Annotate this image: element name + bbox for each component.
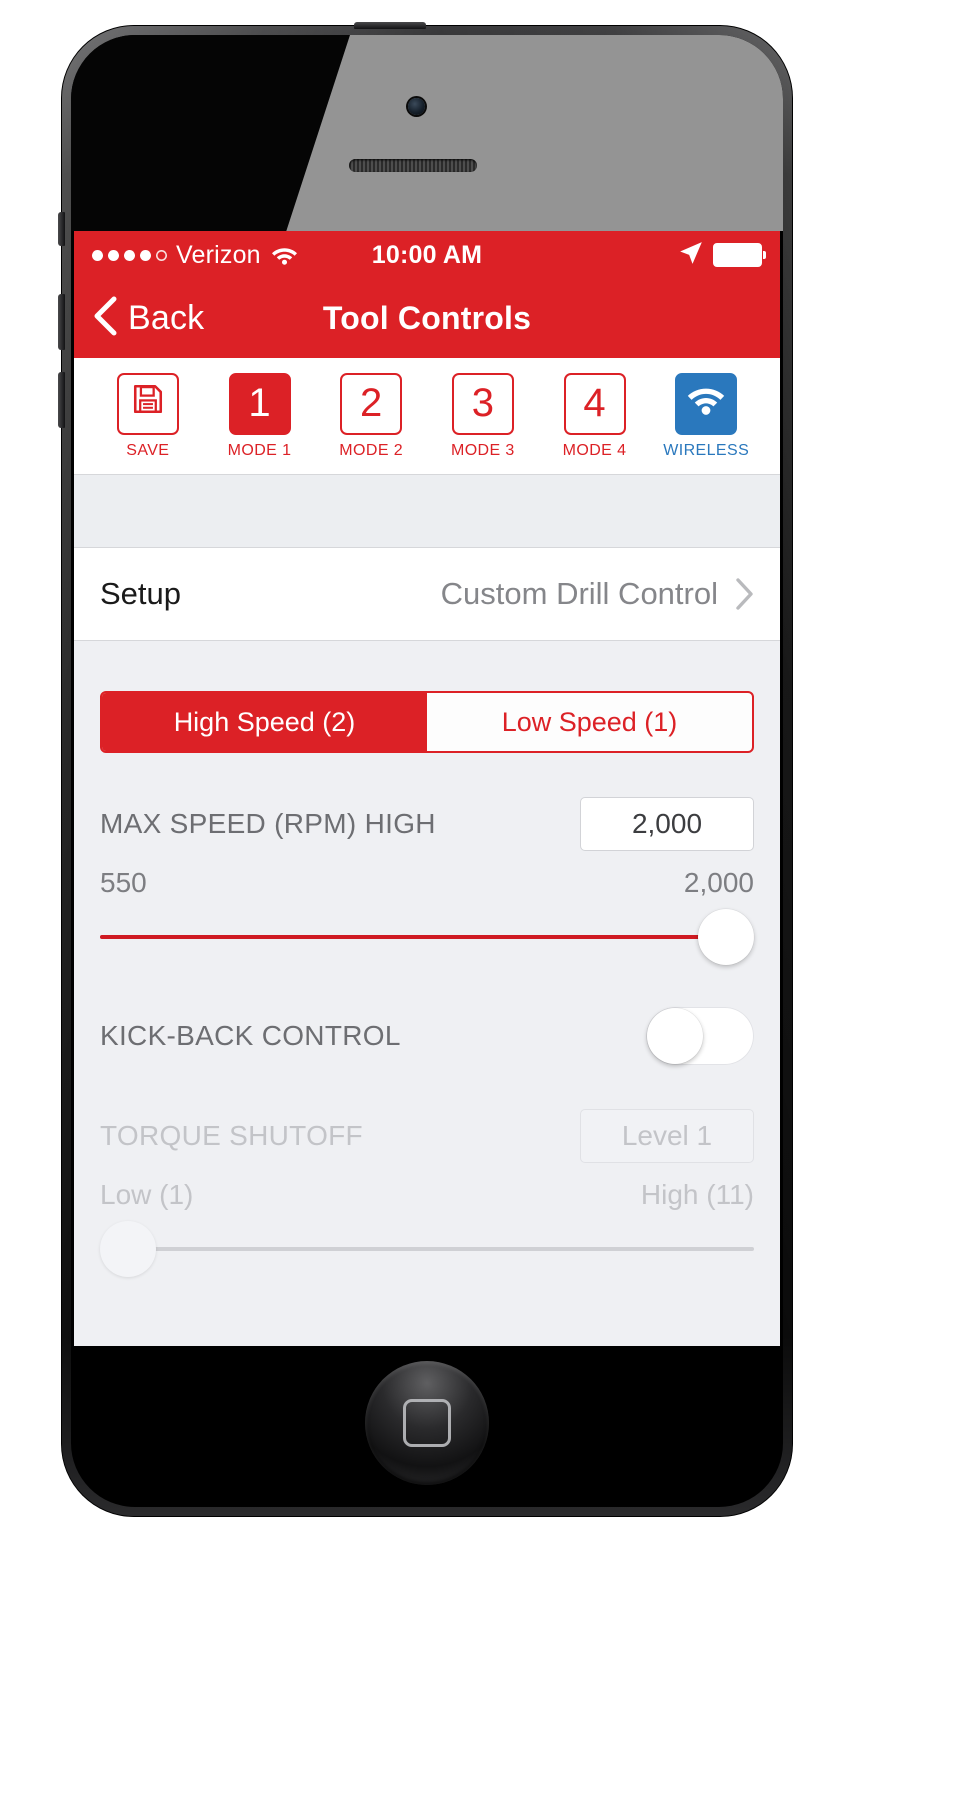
max-speed-slider[interactable] — [100, 907, 754, 967]
screen-glare — [255, 35, 783, 231]
wifi-icon — [271, 245, 298, 265]
home-button[interactable] — [365, 1361, 489, 1485]
volume-up-button[interactable] — [58, 294, 65, 350]
front-camera — [408, 98, 425, 115]
max-speed-row: MAX SPEED (RPM) HIGH 2,000 — [100, 797, 754, 851]
volume-down-button[interactable] — [58, 372, 65, 428]
toolbar-item-mode-3[interactable]: 3 MODE 3 — [427, 372, 539, 460]
signal-dot-1 — [92, 249, 103, 261]
toolbar-item-mode-1[interactable]: 1 MODE 1 — [204, 372, 316, 460]
phone-screen-bezel: Verizon 10:00 AM Back Tool Controls SAVE… — [71, 35, 783, 1507]
max-speed-max-label: 2,000 — [683, 867, 754, 898]
wireless-caption: WIRELESS — [663, 441, 750, 459]
kickback-control-toggle[interactable] — [646, 1007, 754, 1065]
toolbar-item-save[interactable]: SAVE — [92, 372, 204, 460]
mode-2-caption: MODE 2 — [339, 441, 404, 459]
settings-panel: High Speed (2) Low Speed (1) MAX SPEED (… — [74, 691, 780, 1346]
navigation-bar: Back Tool Controls — [74, 279, 780, 358]
chevron-left-icon — [92, 296, 118, 341]
max-speed-slider-knob[interactable] — [698, 909, 754, 965]
save-button-caption: SAVE — [126, 441, 170, 459]
toggle-knob — [647, 1008, 703, 1064]
max-speed-slider-range: 550 2,000 — [100, 867, 754, 899]
torque-shutoff-slider-knob[interactable] — [100, 1221, 156, 1277]
mode-toolbar: SAVE 1 MODE 1 2 MODE 2 3 MODE 3 4 MODE 4 — [74, 358, 780, 475]
signal-dot-3 — [124, 249, 135, 261]
max-speed-min-label: 550 — [100, 867, 147, 898]
torque-shutoff-label: TORQUE SHUTOFF — [100, 1120, 363, 1151]
setup-row[interactable]: Setup Custom Drill Control — [74, 548, 780, 641]
torque-shutoff-max-label: High (11) — [640, 1179, 754, 1210]
wireless-wifi-icon — [686, 381, 726, 426]
phone-device-frame: Verizon 10:00 AM Back Tool Controls SAVE… — [58, 22, 792, 1516]
max-speed-slider-block: 550 2,000 — [100, 867, 754, 967]
power-button[interactable] — [354, 22, 426, 29]
cellular-signal-dots — [92, 249, 167, 261]
back-button[interactable]: Back — [92, 296, 204, 341]
back-button-label: Back — [128, 299, 205, 337]
toolbar-item-mode-2[interactable]: 2 MODE 2 — [315, 372, 427, 460]
location-arrow-icon — [678, 240, 704, 271]
ios-status-bar: Verizon 10:00 AM — [74, 231, 780, 279]
max-speed-label: MAX SPEED (RPM) HIGH — [100, 808, 436, 839]
home-square-icon — [403, 1399, 451, 1447]
toolbar-item-mode-4[interactable]: 4 MODE 4 — [539, 372, 651, 460]
speed-segmented-control: High Speed (2) Low Speed (1) — [100, 691, 754, 753]
torque-shutoff-min-label: Low (1) — [100, 1179, 194, 1210]
setup-label: Setup — [100, 576, 182, 611]
spacer-band — [74, 475, 780, 548]
torque-shutoff-row: TORQUE SHUTOFF Level 1 — [100, 1109, 754, 1163]
silent-switch[interactable] — [58, 212, 65, 246]
torque-shutoff-slider-block: Low (1) High (11) — [100, 1179, 754, 1279]
segment-low-speed[interactable]: Low Speed (1) — [427, 693, 752, 751]
kickback-control-label: KICK-BACK CONTROL — [100, 1020, 401, 1051]
max-speed-slider-fill — [100, 935, 754, 939]
segment-high-speed[interactable]: High Speed (2) — [102, 693, 427, 751]
torque-shutoff-slider-range: Low (1) High (11) — [100, 1179, 754, 1211]
save-button[interactable] — [116, 372, 179, 435]
mode-2-button[interactable]: 2 — [340, 372, 403, 435]
mode-1-caption: MODE 1 — [227, 441, 292, 459]
toolbar-item-wireless[interactable]: WIRELESS — [650, 372, 762, 460]
signal-dot-5 — [156, 250, 167, 261]
torque-shutoff-slider-track — [100, 1247, 754, 1251]
mode-3-caption: MODE 3 — [450, 441, 515, 459]
signal-dot-2 — [108, 249, 119, 261]
mode-1-button[interactable]: 1 — [228, 372, 291, 435]
kickback-control-row: KICK-BACK CONTROL — [100, 1007, 754, 1065]
floppy-disk-save-icon — [131, 381, 165, 426]
setup-value: Custom Drill Control — [440, 576, 718, 611]
phone-top-sensor-area — [71, 35, 783, 231]
torque-shutoff-value[interactable]: Level 1 — [580, 1109, 754, 1163]
mode-4-caption: MODE 4 — [562, 441, 627, 459]
app-screen: Verizon 10:00 AM Back Tool Controls SAVE… — [74, 231, 780, 1346]
mode-4-button[interactable]: 4 — [563, 372, 626, 435]
signal-dot-4 — [140, 249, 151, 261]
torque-shutoff-slider[interactable] — [100, 1219, 754, 1279]
max-speed-value-input[interactable]: 2,000 — [580, 797, 754, 851]
battery-full-icon — [713, 243, 766, 267]
earpiece-speaker — [349, 159, 477, 172]
carrier-label: Verizon — [176, 240, 261, 269]
chevron-right-icon — [734, 577, 754, 611]
mode-3-button[interactable]: 3 — [451, 372, 514, 435]
wireless-button[interactable] — [675, 372, 738, 435]
status-bar-right-group — [678, 240, 766, 271]
